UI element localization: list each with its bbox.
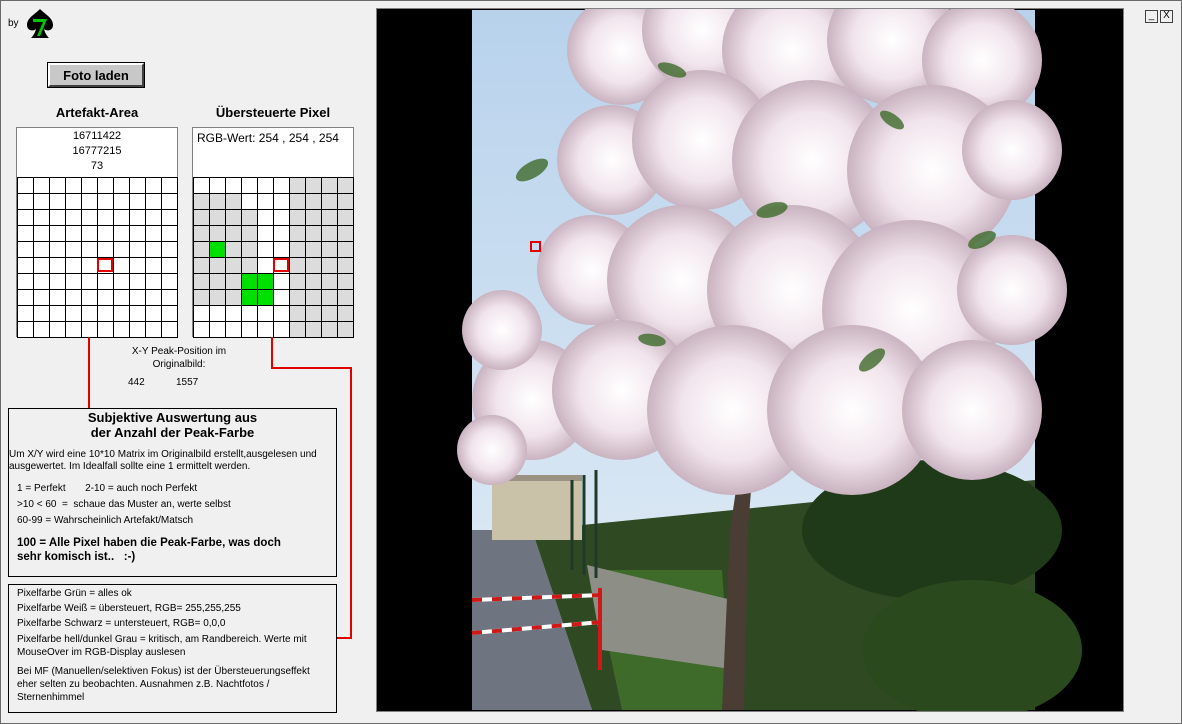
evaluation-scale-line: 60-99 = Wahrscheinlich Artefakt/Matsch bbox=[17, 515, 194, 526]
close-button[interactable]: X bbox=[1160, 10, 1173, 23]
peak-label-line2: Originalbild: bbox=[152, 359, 206, 370]
evaluation-scale-line: 1 = Perfekt 2-10 = auch noch Perfekt bbox=[17, 483, 198, 494]
legend-line: Pixelfarbe Grün = alles ok bbox=[17, 588, 132, 599]
evaluation-text-line: ausgewertet. Im Idealfall sollte eine 1 … bbox=[9, 461, 251, 472]
peak-position-label: X-Y Peak-Position im Originalbild: bbox=[104, 345, 254, 371]
photo-image[interactable] bbox=[377, 9, 1123, 711]
evaluation-bold-line2: sehr komisch ist.. :-) bbox=[17, 551, 136, 563]
legend-line: MouseOver im RGB-Display auslesen bbox=[17, 647, 186, 658]
peak-label-line1: X-Y Peak-Position im bbox=[131, 346, 227, 357]
evaluation-title-line2: der Anzahl der Peak-Farbe bbox=[90, 425, 255, 440]
photo-display[interactable] bbox=[376, 8, 1124, 712]
minimize-button[interactable]: _ bbox=[1145, 10, 1158, 23]
evaluation-panel: Subjektive Auswertung aus der Anzahl der… bbox=[8, 408, 337, 577]
legend-line: Bei MF (Manuellen/selektiven Fokus) ist … bbox=[17, 666, 310, 677]
legend-line: Sternenhimmel bbox=[17, 692, 85, 703]
evaluation-text-line: Um X/Y wird eine 10*10 Matrix im Origina… bbox=[9, 449, 317, 460]
legend-line: Pixelfarbe Weiß = übersteuert, RGB= 255,… bbox=[17, 603, 241, 614]
legend-line: Pixelfarbe Schwarz = untersteuert, RGB= … bbox=[17, 618, 226, 629]
evaluation-bold-line1: 100 = Alle Pixel haben die Peak-Farbe, w… bbox=[17, 537, 281, 549]
legend-line: eher selten zu beobachten. Ausnahmen z.B… bbox=[17, 679, 270, 690]
evaluation-scale-line: >10 < 60 = schaue das Muster an, werte s… bbox=[17, 499, 231, 510]
peak-y-value: 1557 bbox=[176, 377, 199, 388]
peak-x-value: 442 bbox=[128, 377, 145, 388]
evaluation-title-line1: Subjektive Auswertung aus bbox=[87, 410, 258, 425]
legend-line: Pixelfarbe hell/dunkel Grau = kritisch, … bbox=[17, 634, 307, 645]
legend-panel: Pixelfarbe Grün = alles ok Pixelfarbe We… bbox=[8, 584, 337, 713]
